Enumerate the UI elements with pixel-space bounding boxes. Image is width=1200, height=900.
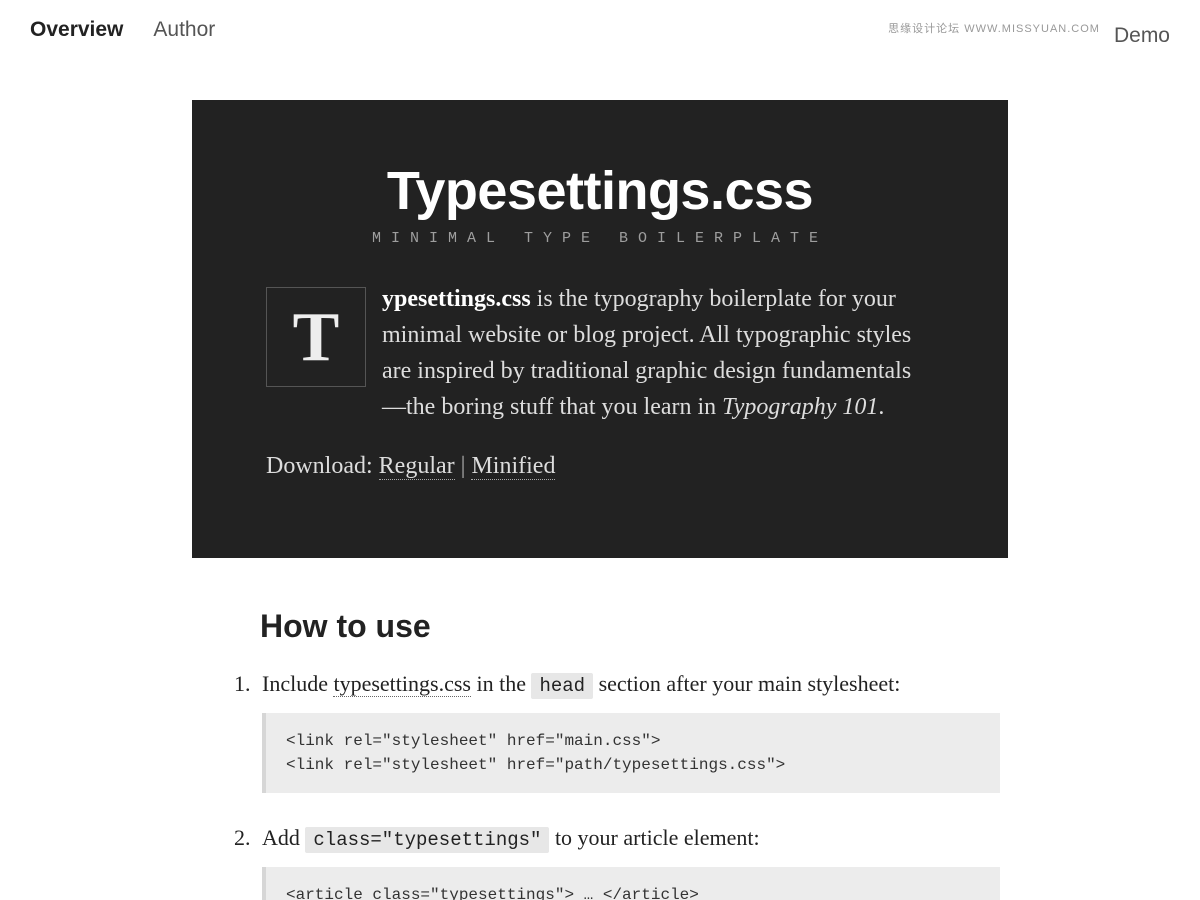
download-minified-link[interactable]: Minified	[471, 453, 555, 480]
howto-section: How to use Include typesettings.css in t…	[192, 558, 1008, 900]
dropcap: T	[266, 287, 366, 387]
hero-lead-italic: Typography 101	[722, 394, 878, 420]
step1-text-c: section after your main stylesheet:	[593, 671, 900, 696]
step1-text-a: Include	[262, 671, 333, 696]
download-regular-link[interactable]: Regular	[379, 453, 455, 480]
hero: Typesettings.css MINIMAL TYPE BOILERPLAT…	[192, 100, 1008, 558]
step2-inline-code: class="typesettings"	[305, 827, 549, 853]
hero-lead-bold: ypesettings.css	[382, 286, 531, 312]
hero-subtitle: MINIMAL TYPE BOILERPLATE	[266, 230, 934, 247]
howto-heading: How to use	[260, 608, 1000, 645]
download-sep: |	[455, 453, 472, 479]
step1-text-b: in the	[471, 671, 532, 696]
step1-inline-code: head	[531, 673, 593, 699]
howto-steps: Include typesettings.css in the head sec…	[200, 671, 1000, 900]
watermark: 思缘设计论坛 WWW.MISSYUAN.COM	[888, 23, 1100, 36]
page-column: Typesettings.css MINIMAL TYPE BOILERPLAT…	[192, 100, 1008, 900]
watermark-line1: 思缘设计论坛	[888, 23, 960, 35]
step2-text-a: Add	[262, 825, 305, 850]
hero-title: Typesettings.css	[266, 160, 934, 222]
step1-link[interactable]: typesettings.css	[333, 671, 471, 697]
nav-author[interactable]: Author	[153, 18, 215, 42]
step1-code-block: <link rel="stylesheet" href="main.css"> …	[262, 713, 1000, 793]
step2-text-b: to your article element:	[549, 825, 759, 850]
top-nav: Overview Author 思缘设计论坛 WWW.MISSYUAN.COM …	[0, 0, 1200, 58]
nav-overview[interactable]: Overview	[30, 18, 123, 42]
watermark-line2: WWW.MISSYUAN.COM	[964, 23, 1100, 35]
download-label: Download:	[266, 453, 379, 479]
nav-left: Overview Author	[30, 18, 215, 42]
hero-lead-text-2: .	[878, 394, 884, 420]
howto-step-1: Include typesettings.css in the head sec…	[256, 671, 1000, 793]
hero-download: Download: Regular | Minified	[266, 453, 934, 480]
nav-demo[interactable]: Demo	[1114, 24, 1170, 48]
step2-code-block: <article class="typesettings"> … </artic…	[262, 867, 1000, 900]
nav-right: 思缘设计论坛 WWW.MISSYUAN.COM Demo	[888, 18, 1170, 42]
howto-step-2: Add class="typesettings" to your article…	[256, 825, 1000, 900]
hero-lead: T ypesettings.css is the typography boil…	[266, 281, 934, 425]
